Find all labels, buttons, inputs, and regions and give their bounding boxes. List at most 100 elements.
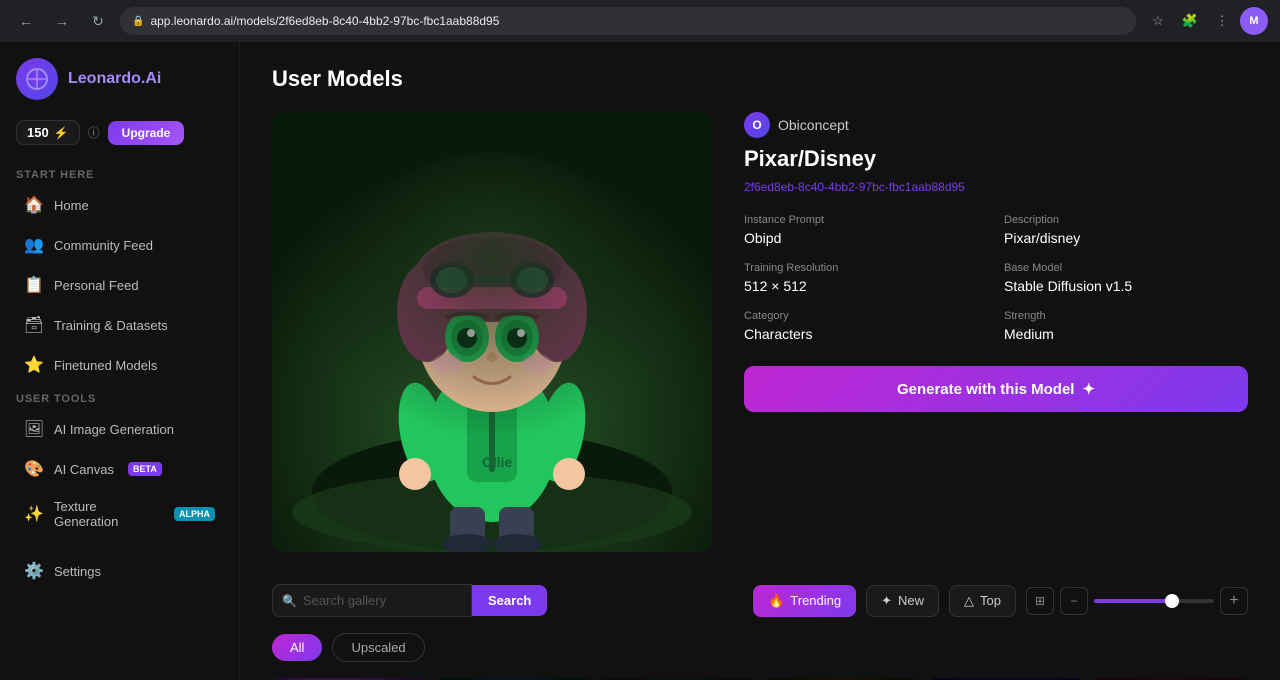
trending-label: Trending xyxy=(790,593,841,608)
sidebar: Leonardo.Ai 150 ⚡ ⓘ Upgrade Start Here 🏠… xyxy=(0,42,240,680)
new-filter-button[interactable]: ✦ New xyxy=(866,585,939,617)
base-model-value: Stable Diffusion v1.5 xyxy=(1004,278,1248,294)
logo-text: Leonardo.Ai xyxy=(68,70,161,88)
sidebar-item-community-feed[interactable]: 👥 Community Feed xyxy=(8,226,231,264)
author-row: O Obiconcept xyxy=(744,112,1248,138)
instance-prompt-label: Instance Prompt xyxy=(744,214,988,226)
training-res-value: 512 × 512 xyxy=(744,278,988,294)
category-block: Category Characters xyxy=(744,310,988,342)
top-filter-button[interactable]: △ Top xyxy=(949,585,1016,617)
info-icon[interactable]: ⓘ xyxy=(88,124,100,141)
gallery-controls: 🔍 Search 🔥 Trending ✦ New △ Top xyxy=(272,584,1248,617)
sidebar-item-personal-feed[interactable]: 📋 Personal Feed xyxy=(8,266,231,304)
home-label: Home xyxy=(54,198,89,213)
texture-icon: ✨ xyxy=(24,504,44,524)
personal-label: Personal Feed xyxy=(54,278,139,293)
section-label-start: Start Here xyxy=(0,161,239,185)
settings-icon: ⚙️ xyxy=(24,561,44,581)
author-avatar: O xyxy=(744,112,770,138)
profile-button[interactable]: M xyxy=(1240,7,1268,35)
avatar-inner xyxy=(16,58,58,100)
description-value: Pixar/disney xyxy=(1004,230,1248,246)
section-label-tools: User Tools xyxy=(0,385,239,409)
sidebar-item-texture[interactable]: ✨ Texture Generation ALPHA xyxy=(8,490,231,538)
sidebar-item-ai-canvas[interactable]: 🎨 AI Canvas BETA xyxy=(8,450,231,488)
ai-canvas-label: AI Canvas xyxy=(54,462,114,477)
credits-value: 150 xyxy=(27,125,49,140)
sidebar-item-finetuned[interactable]: ⭐ Finetuned Models xyxy=(8,346,231,384)
texture-label: Texture Generation xyxy=(54,499,160,529)
minus-button[interactable]: − xyxy=(1060,587,1088,615)
search-input-wrap: 🔍 xyxy=(272,584,472,617)
search-button[interactable]: Search xyxy=(472,585,547,616)
trending-icon: 🔥 xyxy=(768,593,784,609)
top-label: Top xyxy=(980,593,1001,608)
base-model-block: Base Model Stable Diffusion v1.5 xyxy=(1004,262,1248,294)
finetuned-label: Finetuned Models xyxy=(54,358,157,373)
description-label: Description xyxy=(1004,214,1248,226)
strength-label: Strength xyxy=(1004,310,1248,322)
model-image-container: Ollie xyxy=(272,112,712,552)
main-content: User Models xyxy=(240,42,1280,680)
credits-icon: ⚡ xyxy=(54,126,69,140)
finetuned-icon: ⭐ xyxy=(24,355,44,375)
sidebar-item-settings[interactable]: ⚙️ Settings xyxy=(8,552,231,590)
url-text: app.leonardo.ai/models/2f6ed8eb-8c40-4bb… xyxy=(150,14,499,28)
bookmark-button[interactable]: ☆ xyxy=(1144,7,1172,35)
address-bar[interactable]: 🔒 app.leonardo.ai/models/2f6ed8eb-8c40-4… xyxy=(120,7,1136,35)
generate-button[interactable]: Generate with this Model ✦ xyxy=(744,366,1248,412)
search-icon: 🔍 xyxy=(282,594,297,608)
grid-view-button[interactable]: ⊞ xyxy=(1026,587,1054,615)
search-input[interactable] xyxy=(272,584,472,617)
size-slider[interactable] xyxy=(1094,599,1214,603)
author-name: Obiconcept xyxy=(778,117,849,133)
settings-label: Settings xyxy=(54,564,101,579)
training-label: Training & Datasets xyxy=(54,318,168,333)
reload-button[interactable]: ↻ xyxy=(84,7,112,35)
alpha-badge: ALPHA xyxy=(174,507,215,521)
model-uuid[interactable]: 2f6ed8eb-8c40-4bb2-97bc-fbc1aab88d95 xyxy=(744,180,1248,194)
sidebar-item-ai-image[interactable]: 🖼 AI Image Generation xyxy=(8,410,231,448)
base-model-label: Base Model xyxy=(1004,262,1248,274)
page-title: User Models xyxy=(272,66,1248,92)
info-grid: Instance Prompt Obipd Description Pixar/… xyxy=(744,214,1248,342)
back-button[interactable]: ← xyxy=(12,7,40,35)
lock-icon: 🔒 xyxy=(132,16,144,27)
all-filter-button[interactable]: All xyxy=(272,634,322,661)
model-detail: Ollie O Obiconcept Pixar/Disney 2f6ed8eb… xyxy=(272,112,1248,552)
training-res-label: Training Resolution xyxy=(744,262,988,274)
sidebar-item-training[interactable]: 🗃 Training & Datasets xyxy=(8,306,231,344)
beta-badge: BETA xyxy=(128,462,162,476)
community-icon: 👥 xyxy=(24,235,44,255)
top-icon: △ xyxy=(964,593,974,609)
strength-block: Strength Medium xyxy=(1004,310,1248,342)
upgrade-button[interactable]: Upgrade xyxy=(108,121,185,145)
browser-chrome: ← → ↻ 🔒 app.leonardo.ai/models/2f6ed8eb-… xyxy=(0,0,1280,42)
plus-button[interactable]: + xyxy=(1220,587,1248,615)
forward-button[interactable]: → xyxy=(48,7,76,35)
menu-button[interactable]: ⋮ xyxy=(1208,7,1236,35)
instance-prompt-block: Instance Prompt Obipd xyxy=(744,214,988,246)
gallery-right-controls: 🔥 Trending ✦ New △ Top ⊞ − + xyxy=(753,585,1248,617)
model-info-panel: O Obiconcept Pixar/Disney 2f6ed8eb-8c40-… xyxy=(744,112,1248,552)
new-label: New xyxy=(898,593,924,608)
view-controls: ⊞ − + xyxy=(1026,587,1248,615)
trending-filter-button[interactable]: 🔥 Trending xyxy=(753,585,856,617)
generate-icon: ✦ xyxy=(1082,380,1095,398)
credits-badge: 150 ⚡ xyxy=(16,120,80,145)
ai-image-label: AI Image Generation xyxy=(54,422,174,437)
sidebar-item-home[interactable]: 🏠 Home xyxy=(8,186,231,224)
search-container: 🔍 Search xyxy=(272,584,547,617)
extensions-button[interactable]: 🧩 xyxy=(1176,7,1204,35)
strength-value: Medium xyxy=(1004,326,1248,342)
personal-icon: 📋 xyxy=(24,275,44,295)
community-label: Community Feed xyxy=(54,238,153,253)
logo-avatar xyxy=(16,58,58,100)
model-image: Ollie xyxy=(272,112,712,552)
generate-label: Generate with this Model xyxy=(897,381,1075,398)
upscaled-filter-button[interactable]: Upscaled xyxy=(332,633,424,662)
ai-canvas-icon: 🎨 xyxy=(24,459,44,479)
browser-actions: ☆ 🧩 ⋮ M xyxy=(1144,7,1268,35)
training-res-block: Training Resolution 512 × 512 xyxy=(744,262,988,294)
instance-prompt-value: Obipd xyxy=(744,230,988,246)
